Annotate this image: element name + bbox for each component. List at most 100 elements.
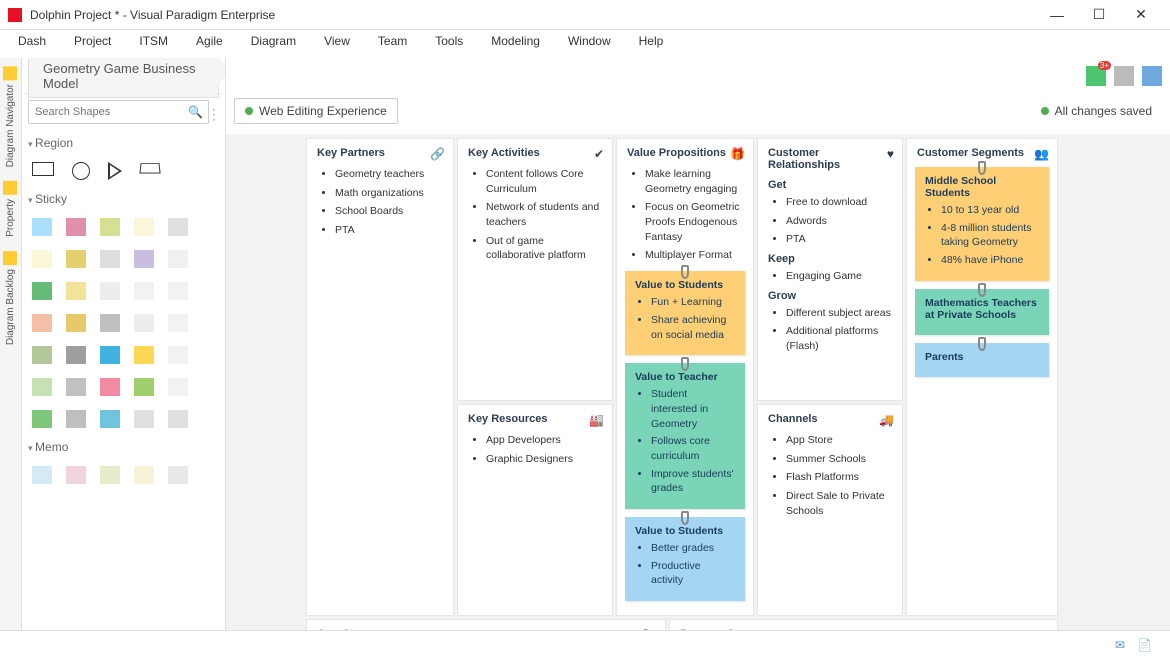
menu-itsm[interactable]: ITSM <box>139 34 168 48</box>
sticky-swatch[interactable] <box>134 314 154 332</box>
sticky-swatch[interactable] <box>66 282 86 300</box>
memo-swatch[interactable] <box>32 466 52 484</box>
search-input[interactable] <box>29 101 183 123</box>
sticky-swatch[interactable] <box>32 250 52 268</box>
cell-channels[interactable]: Channels 🚚 App StoreSummer SchoolsFlash … <box>757 404 903 616</box>
sticky-swatch[interactable] <box>66 378 86 396</box>
shape-triangle[interactable] <box>108 162 122 180</box>
cell-value-propositions[interactable]: Value Propositions 🎁 Make learning Geome… <box>616 138 754 616</box>
sticky-swatch[interactable] <box>168 346 188 364</box>
subheader: Keep <box>768 253 892 265</box>
close-button[interactable]: ✕ <box>1120 0 1162 30</box>
search-shapes-box[interactable]: 🔍 <box>28 100 209 124</box>
canvas[interactable]: Key Partners 🔗 Geometry teachersMath org… <box>226 134 1170 630</box>
sticky-swatch[interactable] <box>168 218 188 236</box>
cell-revenue-streams[interactable]: Revenue Streams $ Possible Low End (year… <box>669 619 1058 630</box>
sticky-note[interactable]: Parents <box>915 343 1049 377</box>
sticky-swatch[interactable] <box>100 282 120 300</box>
sticky-swatch[interactable] <box>134 282 154 300</box>
sticky-swatch[interactable] <box>168 378 188 396</box>
sticky-note[interactable]: Mathematics Teachers at Private Schools <box>915 289 1049 335</box>
sticky-swatch[interactable] <box>168 250 188 268</box>
menu-modeling[interactable]: Modeling <box>491 34 540 48</box>
rail-tab-diagram-backlog[interactable]: Diagram Backlog <box>0 245 21 351</box>
shape-rect[interactable] <box>32 162 54 176</box>
memo-swatch[interactable] <box>134 466 154 484</box>
sticky-swatch[interactable] <box>134 250 154 268</box>
section-region[interactable]: Region <box>24 130 223 156</box>
section-memo[interactable]: Memo <box>24 434 223 460</box>
cell-key-partners[interactable]: Key Partners 🔗 Geometry teachersMath org… <box>306 138 454 616</box>
menu-agile[interactable]: Agile <box>196 34 223 48</box>
cell-key-resources[interactable]: Key Resources 🏭 App DevelopersGraphic De… <box>457 404 613 616</box>
menu-help[interactable]: Help <box>639 34 664 48</box>
cell-cost-structure[interactable]: Cost Structure 🏷 Game development fixed … <box>306 619 666 630</box>
sticky-swatch[interactable] <box>66 314 86 332</box>
memo-grid <box>24 460 223 490</box>
menu-project[interactable]: Project <box>74 34 111 48</box>
menu-team[interactable]: Team <box>378 34 407 48</box>
status-dot-icon <box>245 107 253 115</box>
sticky-swatch[interactable] <box>100 410 120 428</box>
memo-swatch[interactable] <box>66 466 86 484</box>
announce-icon[interactable] <box>1086 66 1106 86</box>
sticky-swatch[interactable] <box>32 314 52 332</box>
sticky-swatch[interactable] <box>32 410 52 428</box>
sticky-swatch[interactable] <box>134 378 154 396</box>
sticky-swatch[interactable] <box>100 250 120 268</box>
list-item: PTA <box>335 223 443 238</box>
section-sticky[interactable]: Sticky <box>24 186 223 212</box>
minimize-button[interactable]: — <box>1036 0 1078 30</box>
sticky-note[interactable]: Middle School Students10 to 13 year old4… <box>915 167 1049 281</box>
sticky-swatch[interactable] <box>168 410 188 428</box>
cell-customer-relationships[interactable]: Customer Relationships ♥ GetFree to down… <box>757 138 903 401</box>
sticky-swatch[interactable] <box>66 250 86 268</box>
sticky-note[interactable]: Value to StudentsBetter gradesProductive… <box>625 517 745 601</box>
tool-icon-b[interactable] <box>1142 66 1162 86</box>
memo-swatch[interactable] <box>168 466 188 484</box>
sticky-swatch[interactable] <box>134 218 154 236</box>
editing-pill[interactable]: Web Editing Experience <box>234 98 398 124</box>
tool-icon-a[interactable] <box>1114 66 1134 86</box>
list-item: Share achieving on social media <box>651 313 735 342</box>
memo-swatch[interactable] <box>100 466 120 484</box>
sticky-note[interactable]: Value to TeacherStudent interested in Ge… <box>625 363 745 509</box>
search-icon[interactable]: 🔍 <box>183 101 208 123</box>
mail-icon[interactable]: ✉ <box>1115 638 1125 652</box>
menu-view[interactable]: View <box>324 34 350 48</box>
cell-key-activities[interactable]: Key Activities ✔ Content follows Core Cu… <box>457 138 613 401</box>
sticky-swatch[interactable] <box>32 218 52 236</box>
sticky-swatch[interactable] <box>134 346 154 364</box>
sticky-swatch[interactable] <box>168 314 188 332</box>
menu-diagram[interactable]: Diagram <box>251 34 296 48</box>
maximize-button[interactable]: ☐ <box>1078 0 1120 30</box>
panel-options-icon[interactable]: ⋮ <box>207 106 221 123</box>
saved-status: All changes saved <box>1041 104 1152 118</box>
sticky-swatch[interactable] <box>100 218 120 236</box>
sticky-swatch[interactable] <box>168 282 188 300</box>
menu-tools[interactable]: Tools <box>435 34 463 48</box>
people-icon: 👥 <box>1034 147 1049 161</box>
sticky-swatch[interactable] <box>100 378 120 396</box>
sticky-swatch[interactable] <box>100 346 120 364</box>
shape-circle[interactable] <box>72 162 90 180</box>
sticky-swatch[interactable] <box>66 346 86 364</box>
sticky-note-title: Value to Students <box>635 279 735 291</box>
menu-window[interactable]: Window <box>568 34 611 48</box>
sticky-swatch[interactable] <box>32 346 52 364</box>
sticky-swatch[interactable] <box>134 410 154 428</box>
cell-customer-segments[interactable]: Customer Segments 👥 Middle School Studen… <box>906 138 1058 616</box>
sticky-note[interactable]: Value to StudentsFun + LearningShare ach… <box>625 271 745 355</box>
sticky-swatch[interactable] <box>32 282 52 300</box>
sticky-swatch[interactable] <box>66 410 86 428</box>
rail-tab-diagram-navigator[interactable]: Diagram Navigator <box>0 60 21 173</box>
rail-tab-property[interactable]: Property <box>0 175 21 243</box>
file-icon[interactable]: 📄 <box>1137 638 1152 652</box>
menu-dash[interactable]: Dash <box>18 34 46 48</box>
sticky-swatch[interactable] <box>66 218 86 236</box>
sticky-swatch[interactable] <box>32 378 52 396</box>
shape-hex[interactable] <box>139 163 160 173</box>
heart-icon: ♥ <box>887 147 894 161</box>
sticky-swatch[interactable] <box>100 314 120 332</box>
breadcrumb-chip[interactable]: Geometry Game Business Model <box>28 58 219 98</box>
